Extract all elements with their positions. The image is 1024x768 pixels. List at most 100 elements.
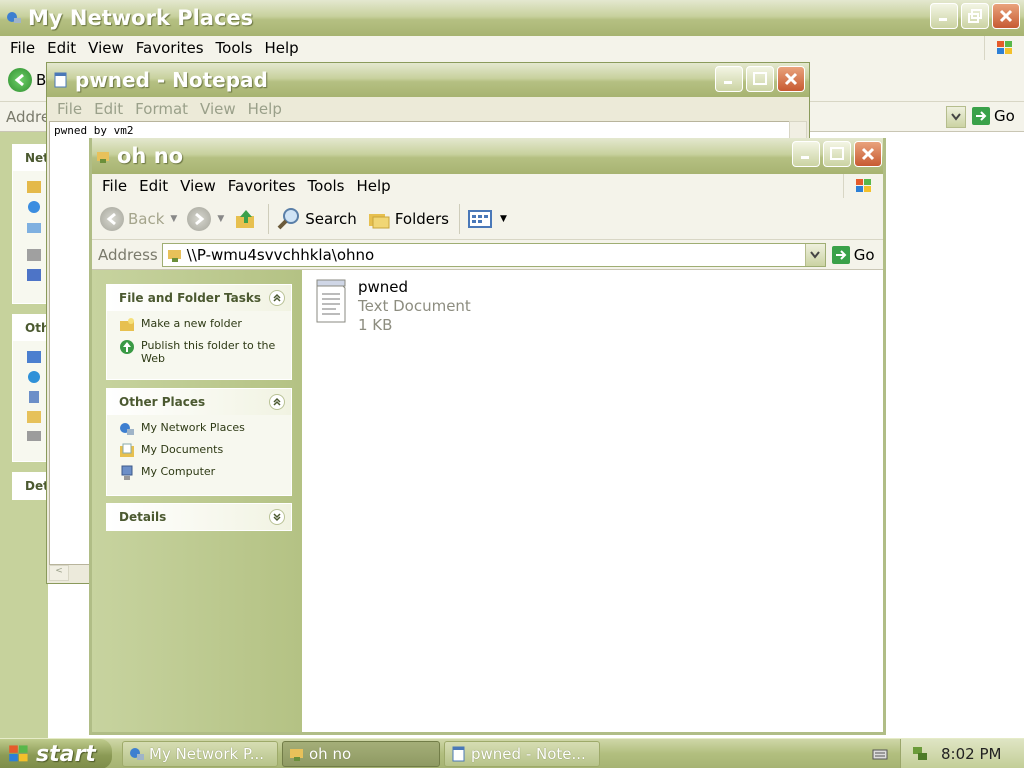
new-folder-icon xyxy=(120,318,134,331)
up-folder-button[interactable] xyxy=(234,208,258,230)
network-folder-icon xyxy=(167,249,181,262)
file-size: 1 KB xyxy=(358,316,393,334)
my-computer-label: My Computer xyxy=(141,465,216,478)
notepad-title: pwned - Notepad xyxy=(75,68,268,92)
network-details-box: Det xyxy=(12,472,48,500)
notepad-close-button[interactable] xyxy=(777,66,805,92)
close-button[interactable] xyxy=(992,3,1020,29)
back-arrow-icon[interactable] xyxy=(8,68,32,92)
explorer-toolbar: Back ▼ ▼ Search Folders ▼ xyxy=(92,198,883,240)
explorer-menu-help[interactable]: Help xyxy=(353,177,399,195)
go-button[interactable]: Go xyxy=(831,245,875,264)
menu-favorites[interactable]: Favorites xyxy=(132,39,212,57)
menu-view[interactable]: View xyxy=(84,39,132,57)
notepad-title-bar[interactable]: pwned - Notepad xyxy=(47,63,809,97)
close-icon xyxy=(784,72,798,86)
back-button[interactable]: Back ▼ xyxy=(100,206,177,231)
close-icon xyxy=(861,147,875,161)
explorer-menu-favorites[interactable]: Favorites xyxy=(224,177,304,195)
collapse-up-icon[interactable] xyxy=(269,290,285,306)
forward-button[interactable]: ▼ xyxy=(187,206,224,231)
explorer-maximize-button[interactable] xyxy=(823,141,851,167)
taskbar-button-oh-no[interactable]: oh no xyxy=(282,741,440,767)
notepad-maximize-button[interactable] xyxy=(746,66,774,92)
notepad-scroll-left-button[interactable]: < xyxy=(49,565,69,581)
file-folder-tasks-box: File and Folder Tasks Make a new folder … xyxy=(106,284,292,380)
up-folder-icon xyxy=(236,209,255,228)
search-button[interactable]: Search xyxy=(277,207,357,231)
menu-file[interactable]: File xyxy=(6,39,43,57)
menu-tools[interactable]: Tools xyxy=(212,39,261,57)
notepad-scroll-up-button[interactable] xyxy=(789,121,807,139)
clock[interactable]: 8:02 PM xyxy=(941,745,1001,763)
explorer-task-pane: File and Folder Tasks Make a new folder … xyxy=(92,270,302,732)
notepad-menu-edit[interactable]: Edit xyxy=(90,100,131,118)
explorer-minimize-button[interactable] xyxy=(792,141,820,167)
system-tray: 8:02 PM xyxy=(900,739,1024,768)
go-label: Go xyxy=(853,245,875,264)
my-computer-link[interactable]: My Computer xyxy=(119,465,285,481)
chevron-down-icon xyxy=(951,113,961,121)
taskbar-button-notepad[interactable]: pwned - Note... xyxy=(444,741,600,767)
notepad-icon xyxy=(452,746,465,762)
network-details-header[interactable]: Det xyxy=(13,473,47,499)
text-document-icon xyxy=(316,279,346,323)
explorer-menu-file[interactable]: File xyxy=(98,177,135,195)
details-box: Details xyxy=(106,503,292,531)
notepad-menu-bar: File Edit Format View Help xyxy=(47,97,809,121)
taskbar-button-network-places[interactable]: My Network P... xyxy=(122,741,278,767)
address-dropdown-button[interactable] xyxy=(946,106,966,128)
explorer-title-bar[interactable]: oh no xyxy=(92,138,883,174)
address-input[interactable]: \\P-wmu4svvchhkla\ohno xyxy=(161,242,826,267)
views-button[interactable]: ▼ xyxy=(467,209,507,229)
publish-folder-link[interactable]: Publish this folder to the Web xyxy=(119,339,285,365)
other-places-box: Other Places My Network Places My Docume… xyxy=(106,388,292,496)
explorer-menu-edit[interactable]: Edit xyxy=(135,177,176,195)
close-icon xyxy=(999,9,1013,23)
network-back-label[interactable]: B xyxy=(36,71,46,89)
notepad-menu-format[interactable]: Format xyxy=(131,100,196,118)
explorer-menu-view[interactable]: View xyxy=(176,177,224,195)
network-go-button[interactable]: Go xyxy=(972,107,1015,125)
other-places-header[interactable]: Other Places xyxy=(107,389,291,415)
file-name: pwned xyxy=(358,278,409,296)
folders-button[interactable]: Folders xyxy=(367,208,449,230)
minimize-icon xyxy=(939,18,947,21)
expand-down-icon[interactable] xyxy=(269,509,285,525)
restore-button[interactable] xyxy=(961,3,989,29)
file-folder-tasks-header[interactable]: File and Folder Tasks xyxy=(107,285,291,311)
forward-dropdown-icon[interactable]: ▼ xyxy=(217,214,224,224)
my-network-places-link[interactable]: My Network Places xyxy=(119,421,285,437)
go-arrow-icon xyxy=(972,107,990,125)
menu-edit[interactable]: Edit xyxy=(43,39,84,57)
back-dropdown-icon[interactable]: ▼ xyxy=(170,214,177,224)
menu-help[interactable]: Help xyxy=(261,39,307,57)
go-arrow-icon xyxy=(831,245,850,264)
notepad-menu-view[interactable]: View xyxy=(196,100,244,118)
make-new-folder-link[interactable]: Make a new folder xyxy=(119,317,285,333)
file-list-area[interactable]: pwned Text Document 1 KB xyxy=(302,270,883,732)
minimize-button[interactable] xyxy=(930,3,958,29)
my-documents-link[interactable]: My Documents xyxy=(119,443,285,459)
notepad-menu-file[interactable]: File xyxy=(53,100,90,118)
taskbar: start My Network P... oh no pwned - Note… xyxy=(0,738,1024,768)
collapse-up-icon[interactable] xyxy=(269,394,285,410)
start-button[interactable]: start xyxy=(0,739,112,768)
my-documents-label: My Documents xyxy=(141,443,224,456)
file-item-pwned[interactable]: pwned Text Document 1 KB xyxy=(314,278,471,335)
keyboard-icon[interactable] xyxy=(872,746,888,762)
notepad-minimize-button[interactable] xyxy=(715,66,743,92)
network-connection-icon[interactable] xyxy=(911,745,929,763)
notepad-menu-help[interactable]: Help xyxy=(244,100,290,118)
network-tasks-header[interactable]: Net xyxy=(13,145,47,171)
network-other-header[interactable]: Oth xyxy=(13,315,47,341)
maximize-icon xyxy=(830,147,844,160)
network-task-icons xyxy=(27,181,41,281)
explorer-menu-tools[interactable]: Tools xyxy=(304,177,353,195)
explorer-close-button[interactable] xyxy=(854,141,882,167)
network-address-label: Addre xyxy=(6,108,51,126)
explorer-address-bar: Address \\P-wmu4svvchhkla\ohno Go xyxy=(92,240,883,270)
network-title-bar[interactable]: My Network Places xyxy=(0,0,1024,36)
address-dropdown-button[interactable] xyxy=(804,243,825,266)
details-header[interactable]: Details xyxy=(107,504,291,530)
